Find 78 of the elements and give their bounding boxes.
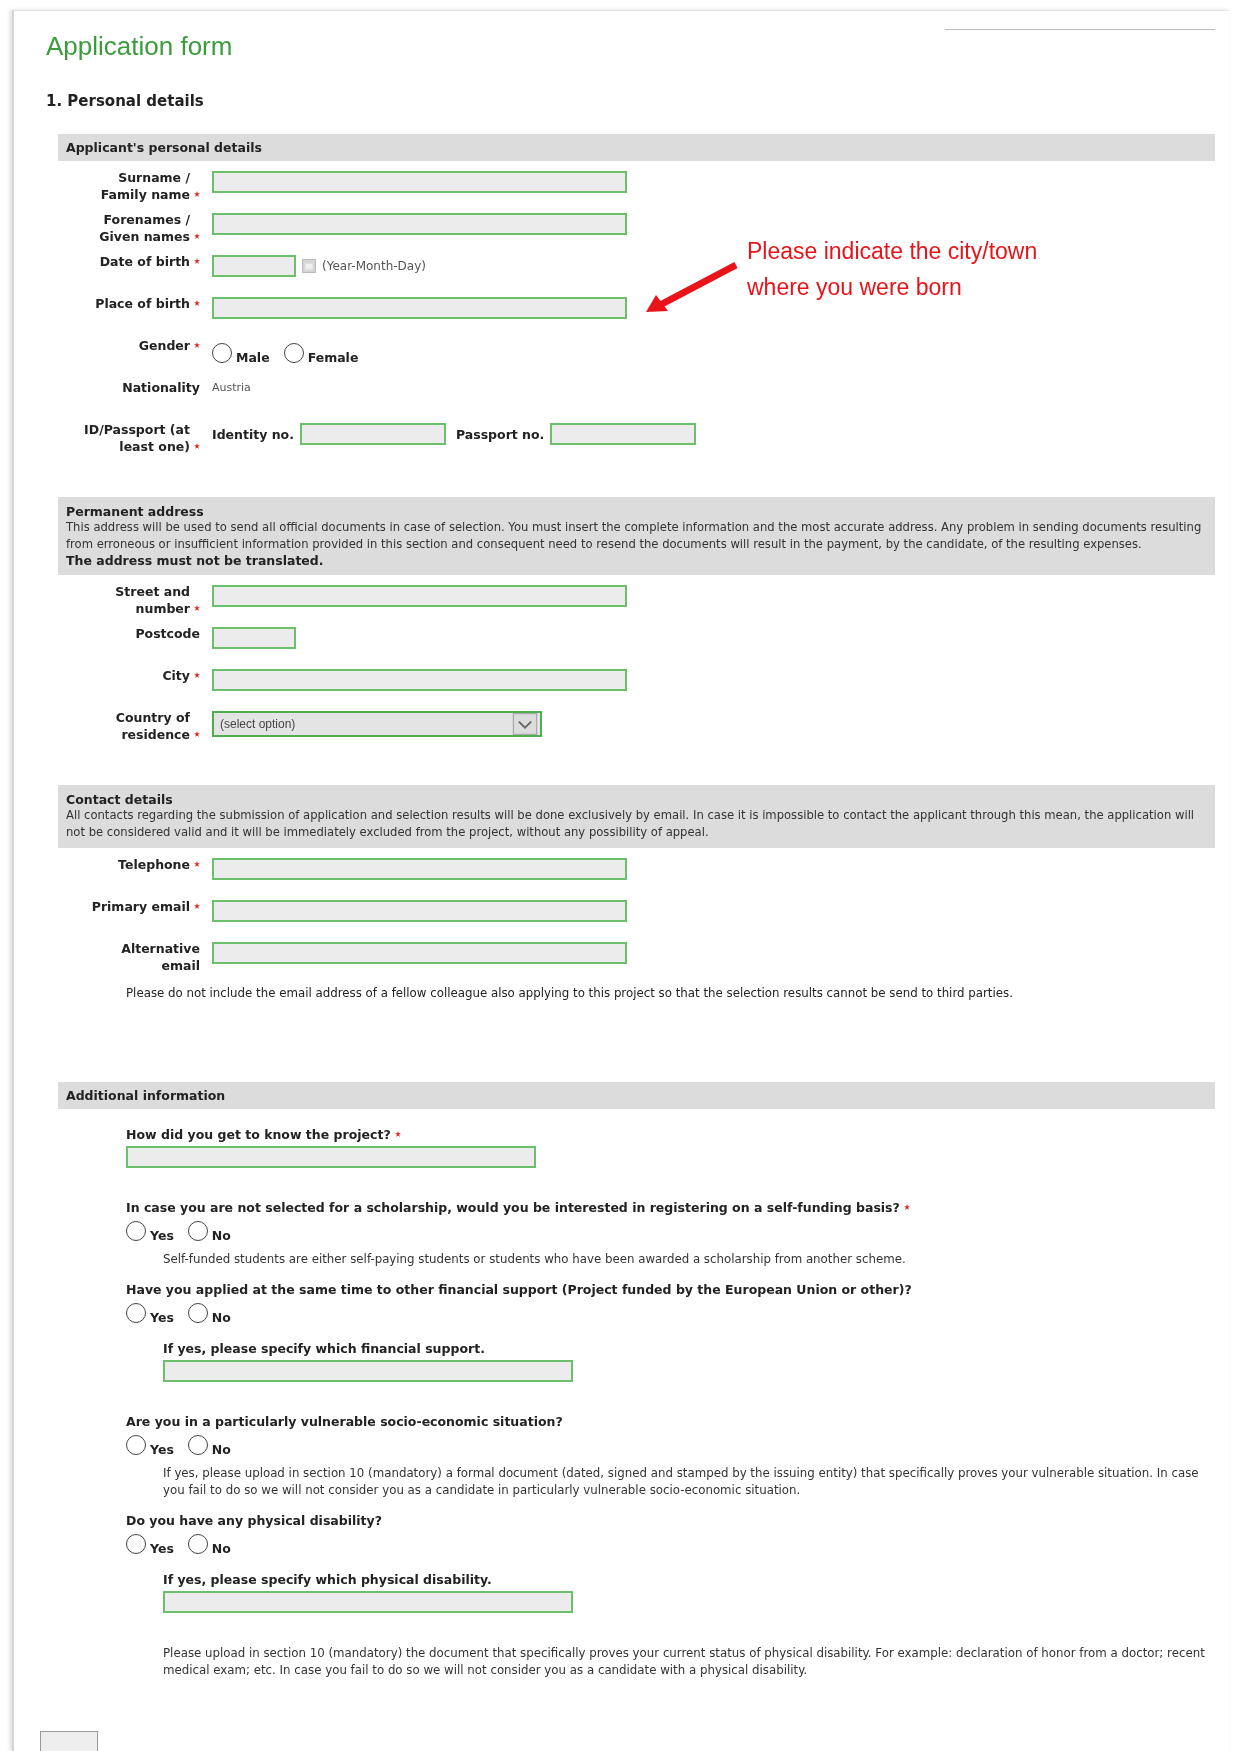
field-label: Country of residence [114,709,190,743]
field-label: Forenames / Given names [98,211,190,245]
field-label: Street and number [114,583,190,617]
text-field[interactable] [163,1360,573,1382]
dropdown[interactable]: (select option) [212,711,542,737]
annotation-text: Please indicate the city/town where you were born [747,237,1038,302]
radio-button[interactable] [187,1534,208,1554]
form-title: Application form [46,31,234,62]
panel-description: All contacts regarding the submission of application and selection results will be done exclusively by email. In case it is impossible to contact the applicant through this mean, the application will not be considered valid and it will be immediately excluded from the project, without any possibility of appeal. [66,807,1196,841]
field-value: Austria [212,381,251,394]
option-label: No [211,1310,231,1325]
radio-button[interactable] [126,1435,146,1455]
text-field[interactable] [299,423,446,445]
text-field[interactable] [212,900,627,922]
question-text: Have you applied at the same time to other financial support (Project funded by the European Union or other)? [126,1282,912,1297]
text-field[interactable] [212,858,627,880]
field-label: Alternative email [120,940,200,974]
field-label: Place of birth [95,295,190,312]
radio-button[interactable] [187,1303,208,1323]
text-field[interactable] [212,171,627,193]
field-label: Date of birth [99,253,190,270]
panel-description: This address will be used to send all official documents in case of selection. You must insert the complete information and the most accurate address. Any problem in sending documents resulting from erroneous or insufficient information provided in this section and consequent need to resend the documents will result in the payment, by the candidate, of the resulting expenses. [66,519,1203,553]
option-label: No [211,1228,231,1243]
panel-title: Permanent address [66,504,205,519]
field-label: Passport no. [455,426,545,442]
panel-title: Applicant's personal details [66,140,262,155]
option-label: Male [236,350,270,365]
panel-title: Additional information [66,1088,226,1103]
field-label: Primary email [91,898,190,915]
option-label: Female [307,350,359,365]
text-field[interactable] [126,1146,536,1168]
text-field[interactable] [212,213,627,235]
radio-button[interactable] [187,1435,208,1455]
radio-button[interactable] [126,1534,146,1554]
radio-button[interactable] [187,1221,208,1241]
field-label: City [162,667,190,684]
panel-note: The address must not be translated. [66,553,325,568]
option-label: Yes [150,1442,174,1457]
text-field[interactable] [163,1591,573,1613]
radio-button[interactable] [126,1303,146,1323]
question-text: If yes, please specify which financial support. [163,1341,485,1356]
option-label: Yes [150,1541,174,1556]
question-text: Are you in a particularly vulnerable socio-economic situation? [126,1414,563,1429]
radio-button[interactable] [283,343,304,363]
option-label: Yes [150,1310,174,1325]
help-text: If yes, please upload in section 10 (mandatory) a formal document (dated, signed and stamped by the issuing entity) that specifically proves your vulnerable situation. In case you fail to do so we will not consider you as a candidate in particularly vulnerable socio-economic situation. [163,1465,1200,1499]
text-field[interactable] [212,297,627,319]
panel-title: Contact details [66,792,174,807]
help-text: Please do not include the email address of a fellow colleague also applying to this project so that the selection results cannot be send to third parties. [126,986,1014,1000]
field-label: ID/Passport (at least one) [83,421,190,455]
radio-button[interactable] [212,343,232,363]
field-label: Nationality [122,379,200,396]
field-label: Postcode [135,625,200,642]
radio-button[interactable] [126,1221,146,1241]
question-text: Do you have any physical disability? [126,1513,382,1528]
question-text: If yes, please specify which physical disability. [163,1572,492,1587]
question-text: In case you are not selected for a scholarship, would you be interested in registering on a self-funding basis? [126,1200,900,1215]
caret-icon [510,713,540,735]
help-text: Self-funded students are either self-paying students or students who have been awarded a scholarship from another scheme. [163,1251,906,1268]
help-text: Please upload in section 10 (mandatory) the document that specifically proves your current status of physical disability. For example: declaration of honor from a doctor; recent medical exam; etc. In case you fail to do so we will not consider you as a candidate with a physical disability. [163,1645,1206,1679]
option-label: No [211,1541,231,1556]
format-hint: (Year-Month-Day) [322,259,426,273]
text-field[interactable] [212,627,296,649]
cut-off-button[interactable] [40,1731,98,1751]
text-field[interactable] [212,585,627,607]
field-label: Gender [138,337,190,354]
text-field[interactable] [212,669,627,691]
option-label: Yes [150,1228,174,1243]
section-heading: 1. Personal details [46,92,205,110]
field-label: Surname / Family name [99,169,190,203]
date-field[interactable] [212,255,296,277]
question-text: How did you get to know the project? [126,1127,391,1142]
calendar-icon[interactable] [302,259,316,273]
field-label: Identity no. [212,426,294,442]
option-label: No [211,1442,231,1457]
text-field[interactable] [550,423,697,445]
field-label: Telephone [118,856,190,873]
text-field[interactable] [212,942,627,964]
